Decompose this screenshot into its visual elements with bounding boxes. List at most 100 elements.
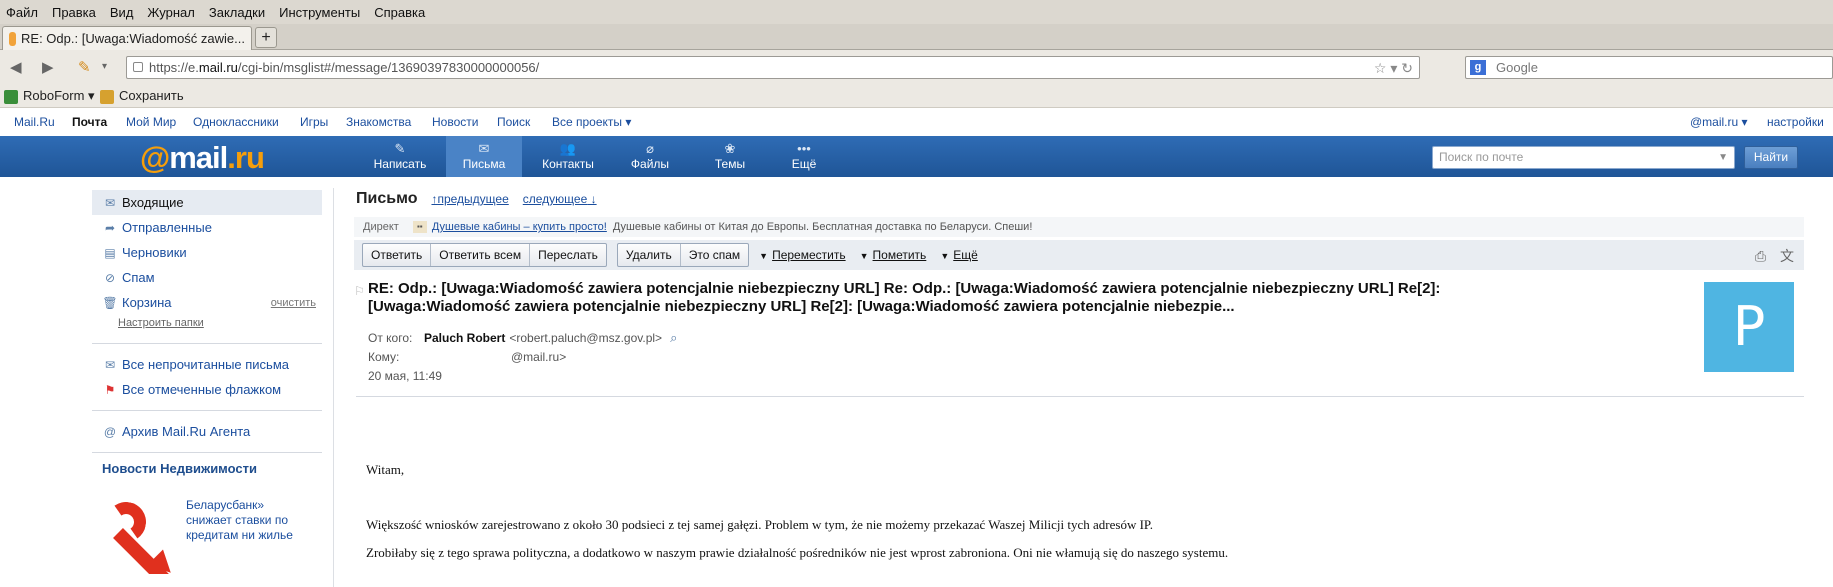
subject-line-1: RE: Odp.: [Uwaga:Wiadomość zawiera poten… bbox=[368, 280, 1441, 297]
nav-letters-label: Письма bbox=[462, 157, 506, 171]
settings-link[interactable]: настройки bbox=[1767, 115, 1824, 129]
sender-email[interactable]: <robert.paluch@msz.gov.pl> bbox=[509, 331, 662, 345]
portal-link-news[interactable]: Новости bbox=[432, 115, 478, 129]
divider bbox=[333, 188, 334, 587]
move-dropdown[interactable]: ▼ Переместить bbox=[759, 248, 845, 262]
news-ad[interactable]: Беларусбанк» снижает ставки по кредитам … bbox=[92, 498, 322, 574]
reload-icon[interactable]: ↻ bbox=[1401, 60, 1413, 76]
reply-button-group: Ответить Ответить всем Переслать bbox=[362, 243, 607, 267]
all-projects-label: Все проекты bbox=[552, 115, 623, 129]
favicon-icon bbox=[9, 31, 17, 46]
search-placeholder: Google bbox=[1496, 60, 1538, 75]
star-icon[interactable]: ☆ bbox=[1374, 60, 1387, 76]
mark-dropdown[interactable]: ▼ Пометить bbox=[860, 248, 927, 262]
back-arrow-icon[interactable]: ◀ bbox=[10, 58, 22, 76]
menu-history[interactable]: Журнал bbox=[147, 5, 194, 20]
portal-link-games[interactable]: Игры bbox=[300, 115, 328, 129]
menu-bookmarks[interactable]: Закладки bbox=[209, 5, 265, 20]
spam-button[interactable]: Это спам bbox=[681, 244, 748, 266]
logo-dot: . bbox=[227, 140, 236, 175]
next-message-link[interactable]: следующее ↓ bbox=[523, 192, 597, 206]
reply-button[interactable]: Ответить bbox=[363, 244, 432, 266]
nav-contacts[interactable]: 👥 Контакты bbox=[530, 136, 606, 177]
portal-link-mailru[interactable]: Mail.Ru bbox=[14, 115, 55, 129]
forward-arrow-icon[interactable]: ▶ bbox=[42, 58, 54, 76]
setup-folders-link[interactable]: Настроить папки bbox=[92, 315, 322, 335]
delete-button[interactable]: Удалить bbox=[618, 244, 681, 266]
from-row: От кого: Paluch Robert <robert.paluch@ms… bbox=[368, 328, 677, 347]
find-button[interactable]: Найти bbox=[1744, 146, 1798, 169]
agent-archive[interactable]: @ Архив Mail.Ru Агента bbox=[92, 419, 322, 444]
folder-label: Корзина bbox=[122, 295, 172, 310]
portal-link-ok[interactable]: Одноклассники bbox=[193, 115, 279, 129]
body-paragraph: Większość wniosków zarejestrowano z okoł… bbox=[366, 517, 1153, 532]
mail-search-input[interactable]: Поиск по почте ▼ bbox=[1432, 146, 1735, 169]
avatar[interactable]: P bbox=[1704, 282, 1794, 372]
dropdown-icon[interactable]: ▾ bbox=[102, 61, 107, 72]
prev-message-link[interactable]: ↑предыдущее bbox=[431, 192, 508, 206]
flag-icon[interactable]: ⚐ bbox=[354, 282, 365, 300]
folder-drafts[interactable]: ▤ Черновики bbox=[92, 240, 322, 265]
filter-unread[interactable]: ✉ Все непрочитанные письма bbox=[92, 352, 322, 377]
search-icon[interactable]: ⌕ bbox=[670, 330, 677, 346]
folder-sent[interactable]: ➦ Отправленные bbox=[92, 215, 322, 240]
browser-menubar: Файл Правка Вид Журнал Закладки Инструме… bbox=[0, 0, 1833, 24]
nav-themes[interactable]: ❀ Темы bbox=[692, 136, 768, 177]
portal-link-mail[interactable]: Почта bbox=[72, 115, 107, 129]
nav-letters[interactable]: ✉ Письма bbox=[446, 136, 522, 177]
nav-more[interactable]: ••• Ещё bbox=[766, 136, 842, 177]
message-toolbar: Ответить Ответить всем Переслать Удалить… bbox=[354, 240, 1804, 270]
nav-compose[interactable]: ✎ Написать bbox=[362, 136, 438, 177]
recipient-email[interactable]: @mail.ru> bbox=[511, 350, 566, 364]
google-icon[interactable]: g bbox=[1470, 60, 1486, 75]
folder-inbox[interactable]: ✉ Входящие bbox=[92, 190, 322, 215]
news-heading[interactable]: Новости Недвижимости bbox=[92, 461, 322, 476]
folder-label: Входящие bbox=[122, 195, 184, 210]
mail-search-placeholder: Поиск по почте bbox=[1439, 150, 1524, 164]
sender-name[interactable]: Paluch Robert bbox=[424, 331, 505, 345]
folder-label: Черновики bbox=[122, 245, 187, 260]
portal-link-search[interactable]: Поиск bbox=[497, 115, 530, 129]
menu-file[interactable]: Файл bbox=[6, 5, 38, 20]
address-bar[interactable]: https://e.mail.ru/cgi-bin/msglist#/messa… bbox=[126, 56, 1420, 79]
portal-link-all[interactable]: Все проекты ▾ bbox=[552, 115, 631, 129]
chevron-down-icon[interactable]: ▼ bbox=[1718, 147, 1728, 168]
menu-edit[interactable]: Правка bbox=[52, 5, 96, 20]
filter-flagged[interactable]: ⚑ Все отмеченные флажком bbox=[92, 377, 322, 402]
clear-trash-link[interactable]: очистить bbox=[271, 297, 316, 309]
portal-link-myworld[interactable]: Мой Мир bbox=[126, 115, 176, 129]
to-row: Кому: @mail.ru> bbox=[368, 347, 677, 366]
mailru-logo[interactable]: @mail.ru bbox=[140, 140, 265, 176]
nav-more-label: Ещё bbox=[791, 157, 817, 171]
forward-button[interactable]: Переслать bbox=[530, 244, 606, 266]
browser-tab[interactable]: RE: Odp.: [Uwaga:Wiadomość zawie... bbox=[2, 26, 252, 50]
menu-view[interactable]: Вид bbox=[110, 5, 134, 20]
portal-link-dating[interactable]: Знакомства bbox=[346, 115, 411, 129]
news-ad-text[interactable]: Беларусбанк» снижает ставки по кредитам … bbox=[186, 498, 306, 574]
account-menu[interactable]: @mail.ru ▾ bbox=[1690, 115, 1748, 129]
translate-icon[interactable]: 文 bbox=[1780, 248, 1794, 264]
dropdown-icon[interactable]: ▾ bbox=[1390, 60, 1397, 76]
direct-ad-link[interactable]: Душевые кабины – купить просто! bbox=[432, 221, 607, 233]
folder-trash[interactable]: 🗑 Корзина очистить bbox=[92, 290, 322, 315]
more-dropdown[interactable]: ▼ Ещё bbox=[940, 248, 977, 262]
filter-label: Все непрочитанные письма bbox=[122, 357, 289, 372]
flag-icon: ⚑ bbox=[104, 382, 116, 397]
folder-spam[interactable]: ⊘ Спам bbox=[92, 265, 322, 290]
roboform-bookmark[interactable]: RoboForm ▾ bbox=[4, 88, 95, 104]
browser-search-input[interactable]: g Google bbox=[1465, 56, 1833, 79]
bookmarks-bar: RoboForm ▾ Сохранить bbox=[0, 84, 1833, 108]
save-bookmark[interactable]: Сохранить bbox=[100, 88, 184, 104]
nav-files[interactable]: ⌀ Файлы bbox=[612, 136, 688, 177]
menu-help[interactable]: Справка bbox=[374, 5, 425, 20]
menu-tools[interactable]: Инструменты bbox=[279, 5, 360, 20]
new-tab-button[interactable]: + bbox=[255, 27, 277, 48]
body-paragraph: Witam, bbox=[366, 462, 405, 477]
nav-themes-label: Темы bbox=[714, 157, 746, 171]
browser-navbar: ◀ ▶ ✎ ▾ https://e.mail.ru/cgi-bin/msglis… bbox=[0, 50, 1833, 84]
reply-all-button[interactable]: Ответить всем bbox=[431, 244, 531, 266]
print-icon[interactable]: ⎙ bbox=[1755, 248, 1766, 264]
pencil-icon[interactable]: ✎ bbox=[78, 58, 91, 76]
direct-ad-text: Душевые кабины от Китая до Европы. Беспл… bbox=[612, 221, 1033, 233]
divider bbox=[92, 343, 322, 344]
